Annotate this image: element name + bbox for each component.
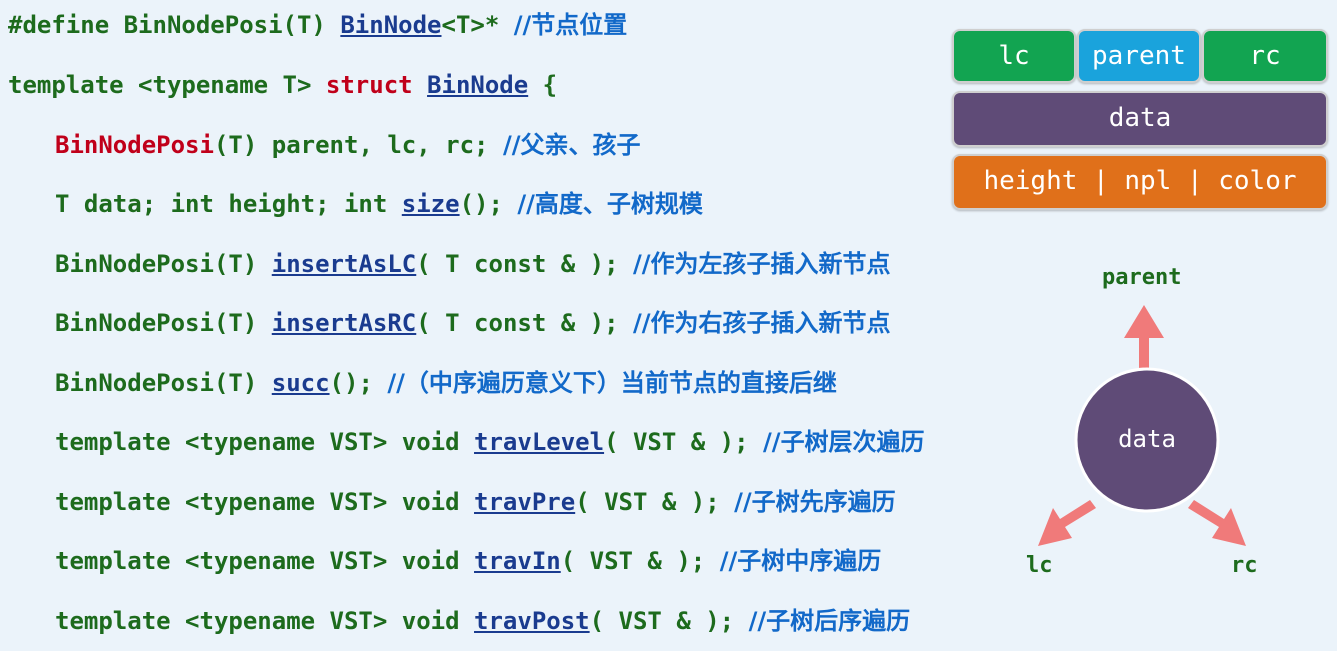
parent-arrow	[1124, 305, 1164, 368]
lc-arrow	[1038, 500, 1096, 546]
circle-data-label: data	[1118, 425, 1176, 453]
rc-label: rc	[1231, 553, 1258, 578]
rc-arrow	[1188, 500, 1246, 546]
parent-label: parent	[1102, 265, 1182, 290]
node-diagram	[1038, 305, 1246, 546]
lc-label: lc	[1026, 553, 1053, 578]
